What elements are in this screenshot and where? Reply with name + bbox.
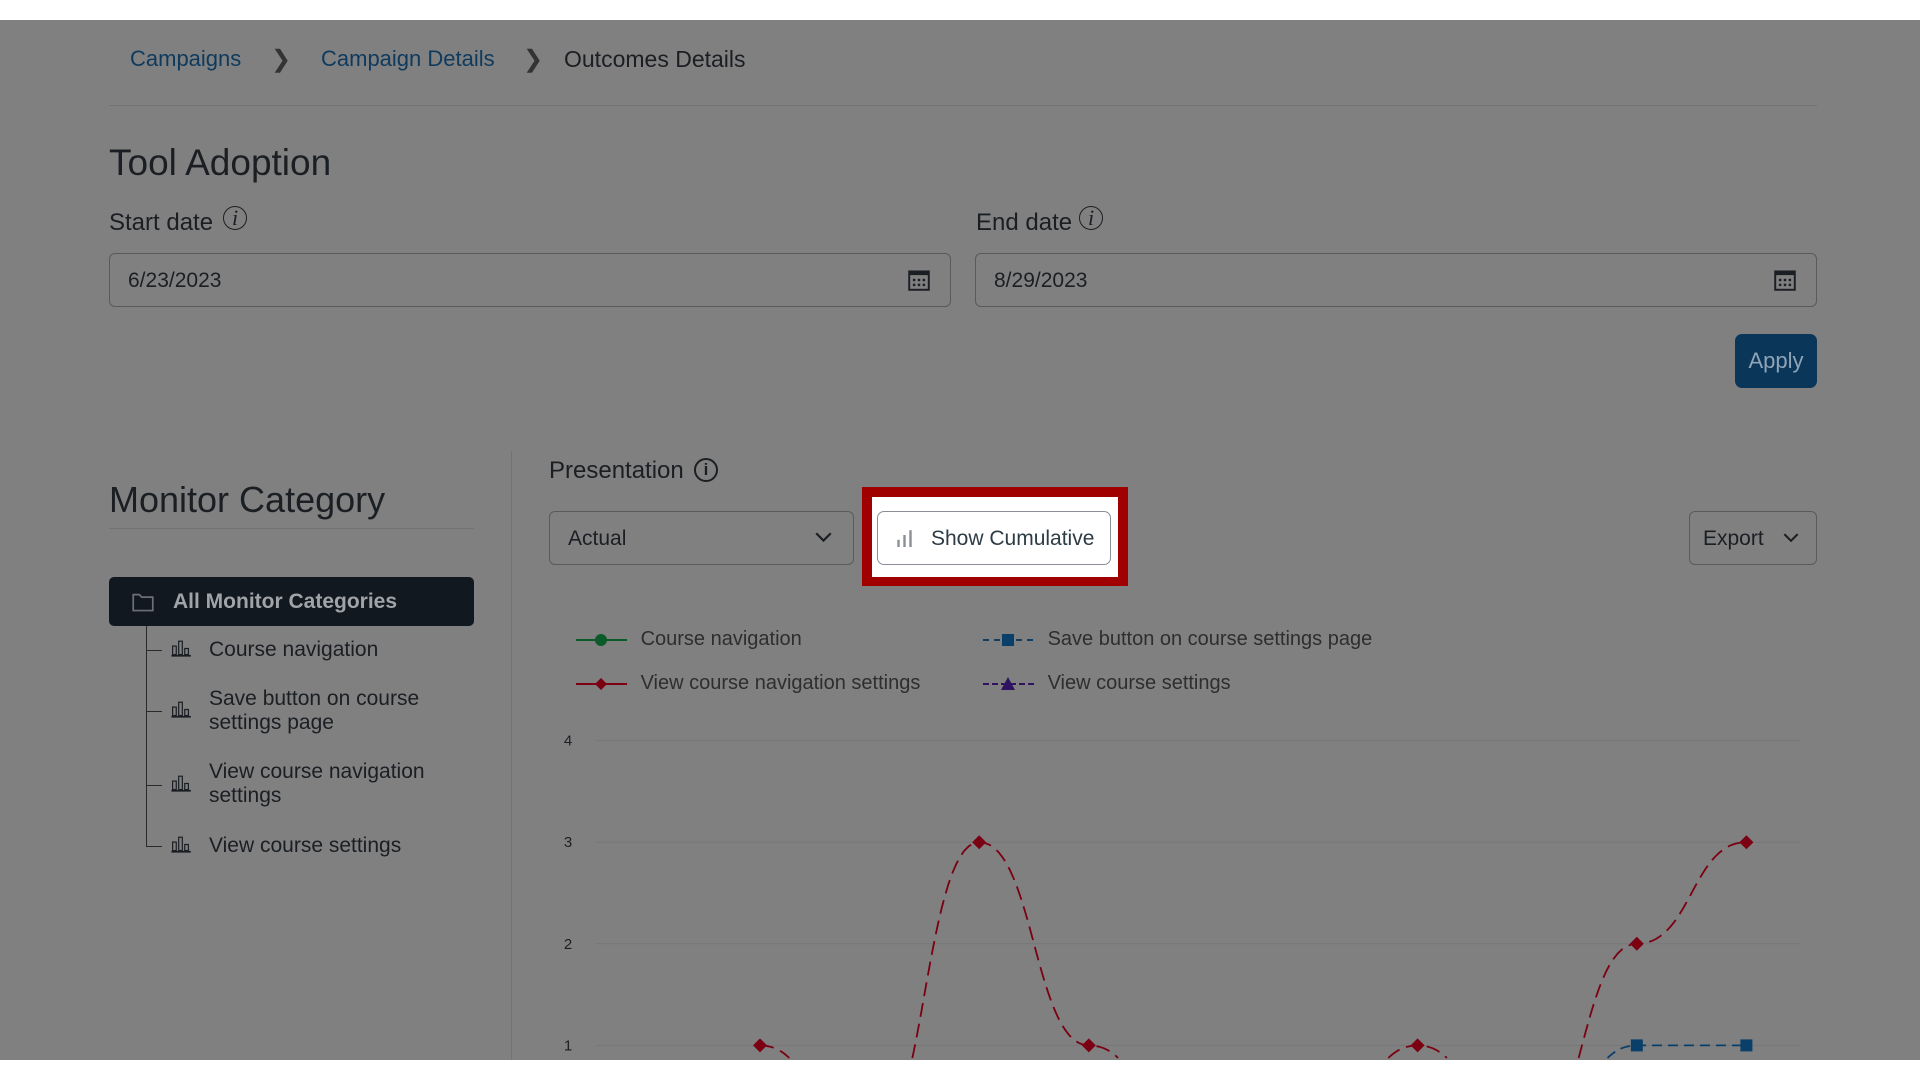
- data-point[interactable]: [1740, 1039, 1753, 1052]
- data-point[interactable]: [972, 835, 987, 850]
- y-tick-label: 4: [564, 733, 572, 750]
- series-line: [911, 841, 1119, 1059]
- data-point[interactable]: [1629, 936, 1644, 951]
- y-tick-label: 1: [564, 1037, 572, 1054]
- data-point[interactable]: [1081, 1038, 1096, 1053]
- data-point[interactable]: [753, 1038, 767, 1053]
- y-tick-label: 3: [564, 834, 572, 851]
- series-line: [1577, 841, 1747, 1059]
- y-tick-label: 2: [564, 936, 572, 953]
- data-point[interactable]: [1630, 1039, 1643, 1052]
- chart: 1 2 3 4: [564, 733, 1801, 1059]
- data-point[interactable]: [1739, 835, 1754, 850]
- data-point[interactable]: [1410, 1038, 1425, 1053]
- series-line: [1606, 1044, 1747, 1059]
